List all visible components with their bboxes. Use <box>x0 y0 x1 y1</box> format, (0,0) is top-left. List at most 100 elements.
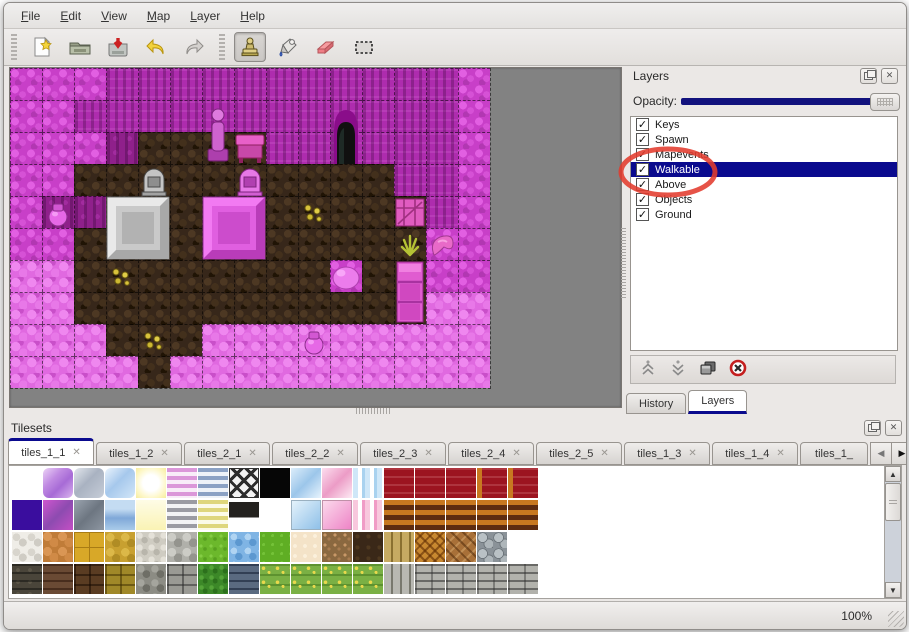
palette-tile-tile-yellow[interactable] <box>74 532 104 562</box>
select-tool-button[interactable] <box>348 32 380 62</box>
move-up-layer-button[interactable] <box>637 359 659 381</box>
map-tile[interactable] <box>362 260 394 292</box>
map-tile[interactable] <box>170 356 202 388</box>
map-tile[interactable] <box>202 228 234 260</box>
palette-tile-grass-flowers[interactable] <box>353 564 383 594</box>
map-tile[interactable] <box>42 68 74 100</box>
tileset-tab-tiles_1_3[interactable]: tiles_1_3 ✕ <box>624 442 710 465</box>
map-tile[interactable] <box>42 260 74 292</box>
map-tile[interactable] <box>458 356 490 388</box>
palette-tile-glass-gray[interactable] <box>74 468 104 498</box>
palette-tile-stone-gray[interactable] <box>167 532 197 562</box>
palette-tile-wall-brown[interactable] <box>43 564 73 594</box>
map-tile[interactable] <box>202 324 234 356</box>
palette-tile-plank-tan[interactable] <box>384 532 414 562</box>
map-tile[interactable] <box>234 132 266 164</box>
map-tile[interactable] <box>298 68 330 100</box>
map-tile[interactable] <box>202 100 234 132</box>
map-tile[interactable] <box>106 68 138 100</box>
map-tile[interactable] <box>266 68 298 100</box>
map-tile[interactable] <box>170 196 202 228</box>
palette-tile-brick-yellow[interactable] <box>105 564 135 594</box>
map-tile[interactable] <box>74 356 106 388</box>
map-tile[interactable] <box>234 68 266 100</box>
palette-tile-brickrow-gray[interactable] <box>508 564 538 594</box>
map-tile[interactable] <box>10 356 42 388</box>
toolbar-grip-2[interactable] <box>219 34 225 60</box>
map-tile[interactable] <box>10 196 42 228</box>
map-tile[interactable] <box>170 68 202 100</box>
tilesets-float-button[interactable] <box>864 419 881 436</box>
map-tile[interactable] <box>138 324 170 356</box>
palette-tile-cobble-orange[interactable] <box>43 532 73 562</box>
palette-tile-water[interactable] <box>105 500 135 530</box>
map-tile[interactable] <box>234 292 266 324</box>
palette-tile-glass-gray2[interactable] <box>74 500 104 530</box>
palette-tile-sand[interactable] <box>291 532 321 562</box>
map-tile[interactable] <box>42 196 74 228</box>
map-tile[interactable] <box>458 132 490 164</box>
map-tile[interactable] <box>74 132 106 164</box>
map-tile[interactable] <box>394 356 426 388</box>
map-tile[interactable] <box>42 132 74 164</box>
map-tile[interactable] <box>362 356 394 388</box>
map-tile[interactable] <box>426 260 458 292</box>
tab-close-icon[interactable]: ✕ <box>600 448 608 459</box>
delete-layer-button[interactable] <box>727 359 749 381</box>
map-tile[interactable] <box>74 164 106 196</box>
tileset-tab-tiles_1_1[interactable]: tiles_1_1 ✕ <box>8 438 94 465</box>
map-tile[interactable] <box>362 68 394 100</box>
map-tile[interactable] <box>10 164 42 196</box>
map-tile[interactable] <box>234 260 266 292</box>
palette-tile-sign-black[interactable] <box>229 500 259 530</box>
palette-tile-wood-stripe[interactable] <box>384 500 414 530</box>
palette-tile-empty[interactable] <box>508 532 538 562</box>
map-tile[interactable] <box>394 100 426 132</box>
map-tile[interactable] <box>266 164 298 196</box>
layer-row-ground[interactable]: ✓ Ground <box>631 207 897 222</box>
map-tile[interactable] <box>138 132 170 164</box>
map-tile[interactable] <box>234 324 266 356</box>
palette-tile-pale-yellow[interactable] <box>136 500 166 530</box>
tileset-scrollbar[interactable]: ▲ ▼ <box>884 466 901 598</box>
tab-history[interactable]: History <box>626 393 687 414</box>
palette-tile-indigo[interactable] <box>12 500 42 530</box>
map-viewport[interactable] <box>9 67 622 408</box>
tileset-tab-tiles_1_2[interactable]: tiles_1_2 ✕ <box>96 442 182 465</box>
layer-row-keys[interactable]: ✓ Keys <box>631 117 897 132</box>
tab-close-icon[interactable]: ✕ <box>72 447 80 458</box>
palette-tile-carpet-red[interactable] <box>446 468 476 498</box>
map-tile[interactable] <box>234 164 266 196</box>
map-tile[interactable] <box>362 196 394 228</box>
map-tile[interactable] <box>10 260 42 292</box>
palette-tile-empty[interactable] <box>12 468 42 498</box>
close-panel-button[interactable]: ✕ <box>881 67 898 84</box>
map-tile[interactable] <box>106 228 138 260</box>
map-tile[interactable] <box>74 68 106 100</box>
map-tile[interactable] <box>298 228 330 260</box>
map-tile[interactable] <box>42 164 74 196</box>
map-tile[interactable] <box>330 196 362 228</box>
map-tile[interactable] <box>362 292 394 324</box>
tab-close-icon[interactable]: ✕ <box>688 448 696 459</box>
map-tile[interactable] <box>170 164 202 196</box>
map-tile[interactable] <box>458 68 490 100</box>
map-tile[interactable] <box>42 100 74 132</box>
map-tile[interactable] <box>394 132 426 164</box>
palette-tile-carpet-red-gold[interactable] <box>508 468 538 498</box>
map-tile[interactable] <box>394 292 426 324</box>
map-tile[interactable] <box>138 100 170 132</box>
map-tile[interactable] <box>138 260 170 292</box>
map-canvas[interactable] <box>10 68 491 389</box>
map-tile[interactable] <box>170 132 202 164</box>
move-down-layer-button[interactable] <box>667 359 689 381</box>
map-tile[interactable] <box>266 324 298 356</box>
map-tile[interactable] <box>266 356 298 388</box>
undo-button[interactable] <box>140 32 172 62</box>
palette-tile-water2[interactable] <box>229 532 259 562</box>
map-tile[interactable] <box>10 228 42 260</box>
map-tile[interactable] <box>74 292 106 324</box>
map-tile[interactable] <box>106 260 138 292</box>
map-tile[interactable] <box>458 324 490 356</box>
map-tile[interactable] <box>298 132 330 164</box>
